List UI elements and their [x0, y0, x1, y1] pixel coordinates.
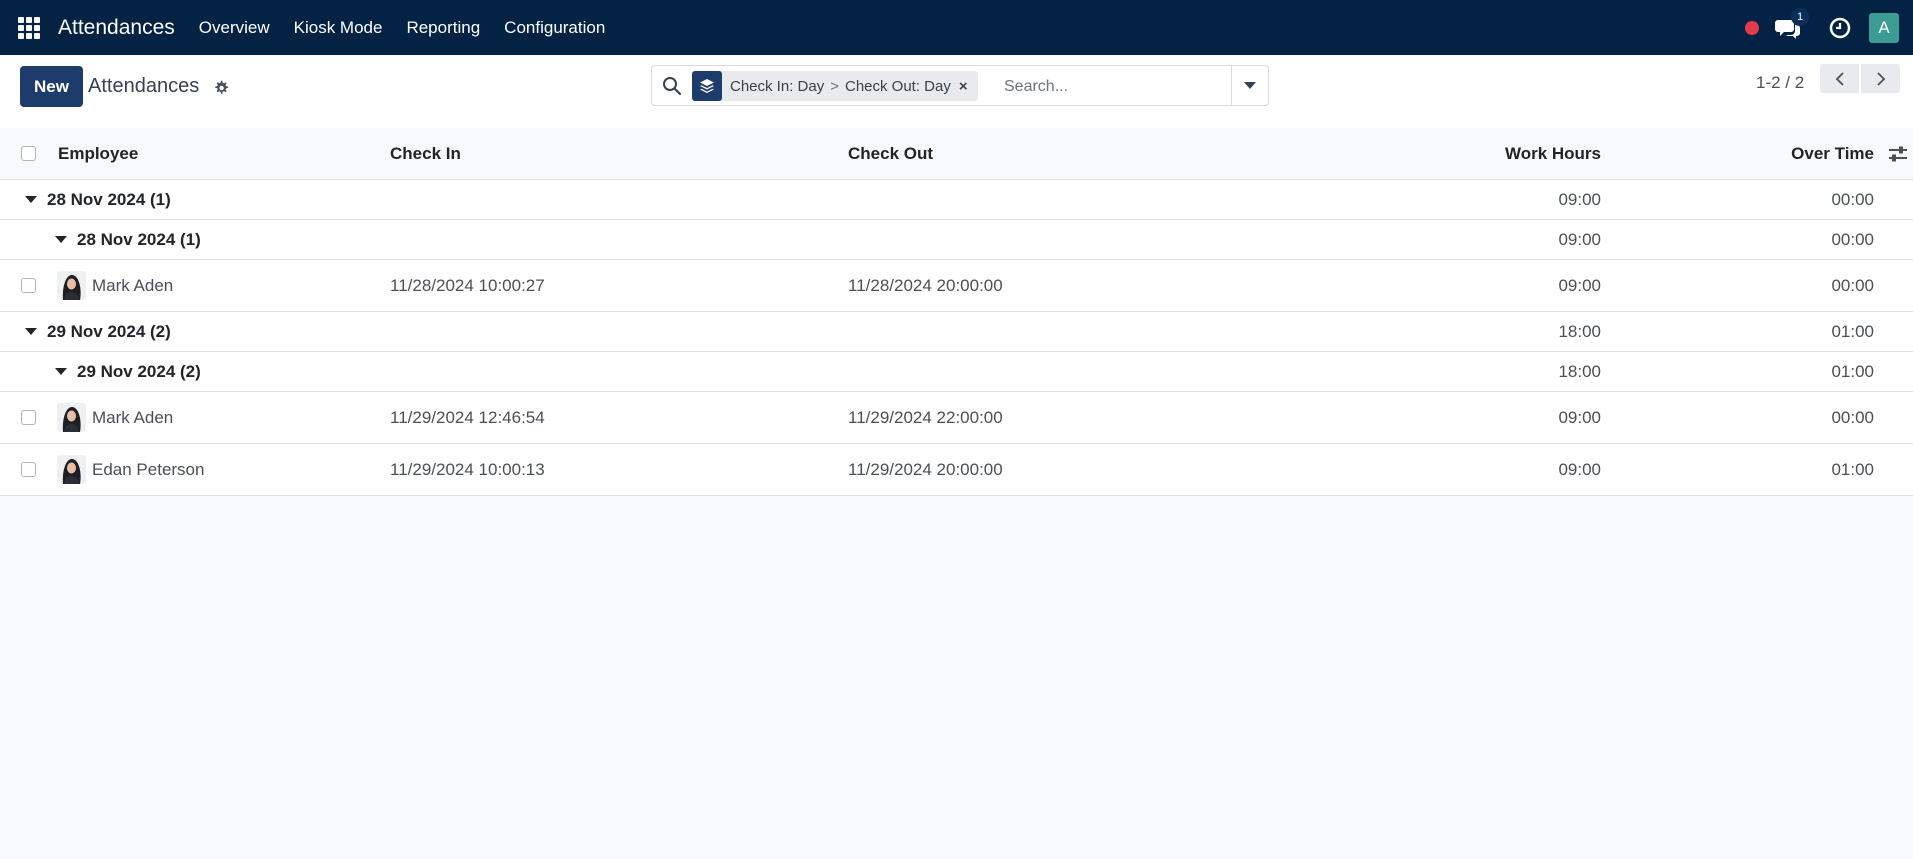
check-in-cell[interactable]: 11/29/2024 10:00:13 — [390, 444, 545, 495]
subgroup-header[interactable]: 28 Nov 2024 (1) — [55, 220, 201, 259]
new-button[interactable]: New — [20, 66, 83, 107]
group-header[interactable]: 28 Nov 2024 (1) — [25, 180, 171, 219]
search-options-toggle[interactable] — [1231, 66, 1268, 105]
group-label: 29 Nov 2024 (2) — [47, 321, 171, 341]
caret-down-icon — [55, 236, 67, 243]
group-work-hours: 09:00 — [1558, 229, 1601, 249]
apps-grid-icon[interactable] — [18, 16, 42, 39]
menu-configuration[interactable]: Configuration — [504, 18, 605, 38]
group-header[interactable]: 29 Nov 2024 (2) — [25, 312, 171, 351]
chat-count-badge: 1 — [1791, 7, 1809, 26]
group-work-hours: 09:00 — [1558, 189, 1601, 209]
page-title[interactable]: Attendances — [88, 75, 199, 98]
employee-cell[interactable]: Mark Aden — [57, 260, 173, 311]
employee-avatar — [57, 271, 86, 300]
column-header-over-time[interactable]: Over Time — [1650, 128, 1874, 179]
user-avatar[interactable]: A — [1869, 12, 1899, 43]
group-over-time: 00:00 — [1831, 189, 1874, 209]
facet-part-check-out: Check Out: Day — [844, 77, 951, 95]
groupby-facet: Check In: Day > Check Out: Day × — [692, 71, 978, 101]
over-time-cell[interactable]: 00:00 — [1700, 260, 1874, 311]
menu-overview[interactable]: Overview — [199, 18, 270, 38]
row-checkbox[interactable] — [21, 461, 36, 477]
check-in-cell[interactable]: 11/28/2024 10:00:27 — [390, 260, 545, 311]
menu-kiosk-mode[interactable]: Kiosk Mode — [294, 18, 383, 38]
group-over-time: 01:00 — [1831, 321, 1874, 341]
facet-separator: > — [830, 77, 839, 95]
caret-down-icon — [1244, 82, 1256, 89]
check-out-cell[interactable]: 11/29/2024 22:00:00 — [848, 392, 1003, 443]
messaging-button[interactable]: 1 — [1775, 7, 1809, 39]
group-over-time: 00:00 — [1831, 229, 1874, 249]
subgroup-row[interactable]: 28 Nov 2024 (1) 09:00 00:00 — [0, 220, 1913, 260]
group-row[interactable]: 29 Nov 2024 (2) 18:00 01:00 — [0, 312, 1913, 352]
chevron-left-icon — [1835, 71, 1844, 86]
employee-cell[interactable]: Mark Aden — [57, 392, 173, 443]
check-out-cell[interactable]: 11/29/2024 20:00:00 — [848, 444, 1003, 495]
table-row[interactable]: Edan Peterson 11/29/2024 10:00:13 11/29/… — [0, 444, 1913, 496]
work-hours-cell[interactable]: 09:00 — [1450, 444, 1601, 495]
check-in-cell[interactable]: 11/29/2024 12:46:54 — [390, 392, 545, 443]
over-time-cell[interactable]: 01:00 — [1700, 444, 1874, 495]
over-time-cell[interactable]: 00:00 — [1700, 392, 1874, 443]
column-header-work-hours[interactable]: Work Hours — [1350, 128, 1601, 179]
employee-name: Mark Aden — [92, 275, 174, 295]
menu-reporting[interactable]: Reporting — [406, 18, 480, 38]
group-label: 28 Nov 2024 (1) — [47, 189, 171, 209]
employee-cell[interactable]: Edan Peterson — [57, 444, 204, 495]
facet-label: Check In: Day > Check Out: Day — [722, 71, 959, 101]
activity-button[interactable] — [1829, 17, 1851, 39]
group-row[interactable]: 28 Nov 2024 (1) 09:00 00:00 — [0, 180, 1913, 220]
layers-icon — [692, 71, 722, 101]
select-all-checkbox[interactable] — [21, 145, 36, 161]
row-checkbox[interactable] — [21, 409, 36, 425]
caret-down-icon — [25, 328, 37, 335]
column-header-employee[interactable]: Employee — [58, 128, 138, 179]
pager-next-button[interactable] — [1861, 64, 1900, 93]
search-icon[interactable] — [662, 76, 682, 96]
group-over-time: 01:00 — [1831, 361, 1874, 381]
facet-remove-button[interactable]: × — [959, 71, 978, 101]
work-hours-cell[interactable]: 09:00 — [1450, 392, 1601, 443]
top-navbar: Attendances Overview Kiosk Mode Reportin… — [0, 0, 1913, 55]
table-header: Employee Check In Check Out Work Hours O… — [0, 128, 1913, 180]
column-header-check-in[interactable]: Check In — [390, 128, 461, 179]
search-bar: Check In: Day > Check Out: Day × — [651, 65, 1269, 106]
caret-down-icon — [25, 196, 37, 203]
record-dot-icon[interactable] — [1745, 20, 1759, 35]
table-row[interactable]: Mark Aden 11/29/2024 12:46:54 11/29/2024… — [0, 392, 1913, 444]
attendance-list: Employee Check In Check Out Work Hours O… — [0, 128, 1913, 496]
chevron-right-icon — [1876, 71, 1885, 86]
clock-icon — [1829, 17, 1851, 38]
group-work-hours: 18:00 — [1558, 361, 1601, 381]
employee-avatar — [57, 403, 86, 432]
group-label: 28 Nov 2024 (1) — [77, 229, 201, 249]
pager-previous-button[interactable] — [1820, 64, 1859, 93]
pager-value[interactable]: 1-2 / 2 — [1756, 73, 1804, 93]
row-checkbox[interactable] — [21, 277, 36, 293]
employee-avatar — [57, 455, 86, 484]
optional-columns-icon[interactable] — [1888, 145, 1908, 163]
table-row[interactable]: Mark Aden 11/28/2024 10:00:27 11/28/2024… — [0, 260, 1913, 312]
group-work-hours: 18:00 — [1558, 321, 1601, 341]
employee-name: Mark Aden — [92, 407, 174, 427]
column-header-check-out[interactable]: Check Out — [848, 128, 933, 179]
work-hours-cell[interactable]: 09:00 — [1450, 260, 1601, 311]
gear-icon[interactable] — [213, 80, 229, 96]
employee-name: Edan Peterson — [92, 459, 205, 479]
control-panel: New Attendances Check In: Day > Check Ou… — [0, 55, 1913, 129]
group-label: 29 Nov 2024 (2) — [77, 361, 201, 381]
check-out-cell[interactable]: 11/28/2024 20:00:00 — [848, 260, 1003, 311]
caret-down-icon — [55, 368, 67, 375]
subgroup-row[interactable]: 29 Nov 2024 (2) 18:00 01:00 — [0, 352, 1913, 392]
facet-part-check-in: Check In: Day — [730, 77, 825, 95]
navbar-systray: 1 A — [1745, 0, 1913, 55]
subgroup-header[interactable]: 29 Nov 2024 (2) — [55, 352, 201, 391]
app-title[interactable]: Attendances — [58, 16, 175, 40]
search-input[interactable] — [1002, 74, 1236, 100]
